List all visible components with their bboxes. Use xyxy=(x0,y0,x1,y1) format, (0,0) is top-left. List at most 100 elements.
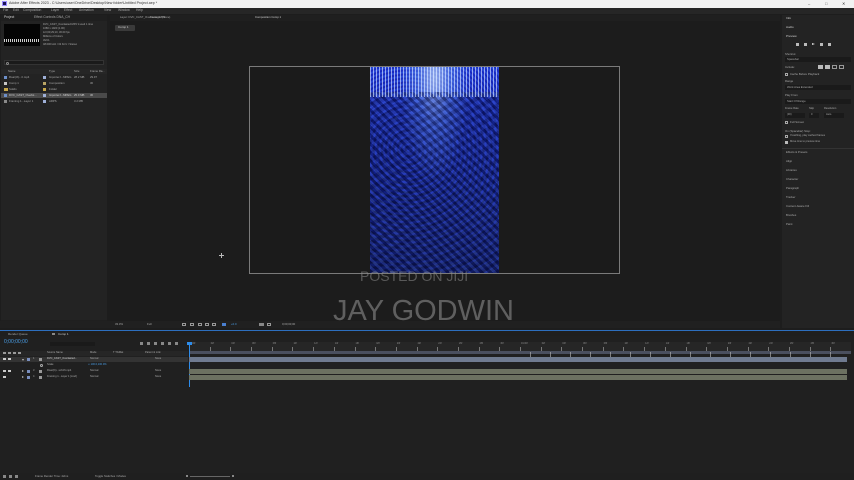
column-frame-rate[interactable]: Frame Ra... xyxy=(90,70,105,73)
column-type[interactable]: Type xyxy=(49,70,55,73)
tab-effect-controls[interactable]: Effect Controls DNA_CH xyxy=(34,15,70,19)
layer-parent[interactable]: None xyxy=(155,357,161,361)
layer-switches-icon[interactable] xyxy=(3,475,6,478)
column-mode[interactable]: Mode xyxy=(90,351,97,355)
panel-info[interactable]: Info xyxy=(786,17,791,20)
menu-help[interactable]: Help xyxy=(136,8,143,12)
timeline-timecode[interactable]: 0;00;00;00 xyxy=(4,340,28,345)
include-overlays-icon[interactable] xyxy=(832,65,837,69)
panel-libraries[interactable]: Libraries xyxy=(786,169,797,172)
panel-character[interactable]: Character xyxy=(786,178,798,181)
minimize-button[interactable]: – xyxy=(808,1,810,6)
include-layer-controls-icon[interactable] xyxy=(839,65,844,69)
layer-mode[interactable]: Normal xyxy=(90,369,98,373)
project-item-row[interactable]: Framing 1...Layer 1 ARPS 3.2 MB xyxy=(1,99,107,104)
viewer-timecode[interactable]: 0;00;00;00 xyxy=(282,323,295,326)
time-ruler[interactable]: 0;00f 02f 04f 06f 08f 10f 12f 14f 16f 18f 20f 22f 24… xyxy=(189,342,851,351)
graph-editor-icon[interactable] xyxy=(175,342,178,345)
grid-icon[interactable] xyxy=(190,323,194,326)
layer-row[interactable]: 3 Roar(th)...schrift.mp4 Normal None xyxy=(0,369,188,374)
playhead-handle-icon[interactable] xyxy=(187,342,192,345)
tab-timeline-comp[interactable]: Comp 1 xyxy=(58,332,69,336)
panel-preview[interactable]: Preview xyxy=(786,35,797,38)
move-time-checkbox[interactable] xyxy=(785,141,788,144)
project-item-row[interactable]: Roar(th)...h.mp4 ImporterJ...MPEG 28.2 M… xyxy=(1,75,107,80)
panel-audio[interactable]: Audio xyxy=(786,26,794,29)
column-trkmat[interactable]: T TrkMat xyxy=(113,351,123,355)
label-color-icon[interactable] xyxy=(27,376,30,379)
layer-row[interactable]: 1 DVC_CAST_Overlasted... Normal None xyxy=(0,357,188,362)
play-icon[interactable] xyxy=(812,43,815,45)
snapshot-icon[interactable] xyxy=(182,323,186,326)
project-item-row[interactable]: Solids Folder xyxy=(1,87,107,92)
motion-blur-icon[interactable] xyxy=(168,342,171,345)
cache-checkbox[interactable] xyxy=(785,73,788,76)
column-source-name[interactable]: Source Name xyxy=(47,351,63,355)
previous-frame-icon[interactable] xyxy=(804,43,807,46)
transparency-grid-icon[interactable] xyxy=(212,323,216,326)
shortcut-dropdown[interactable]: Spacebar xyxy=(785,57,851,62)
column-name[interactable]: Name xyxy=(8,70,15,73)
mask-visibility-icon[interactable] xyxy=(198,323,202,326)
show-snapshot-icon[interactable] xyxy=(267,323,271,326)
panel-paragraph[interactable]: Paragraph xyxy=(786,187,799,190)
comp-breadcrumb[interactable]: Comp 1 xyxy=(115,25,135,31)
first-frame-icon[interactable] xyxy=(796,43,799,46)
layer-row[interactable]: 4 Framing 1...Layer 1 [mod] Normal None xyxy=(0,375,188,380)
next-frame-icon[interactable] xyxy=(820,43,823,46)
project-search-input[interactable] xyxy=(4,60,104,65)
layer-name[interactable]: Roar(th)...schrift.mp4 xyxy=(47,369,71,373)
layer-mode[interactable]: Normal xyxy=(90,357,98,361)
zoom-slider[interactable] xyxy=(190,476,230,477)
zoom-dropdown[interactable]: 33.3% xyxy=(115,323,123,326)
layer-mode[interactable]: Normal xyxy=(90,375,98,379)
stopwatch-icon[interactable] xyxy=(40,364,43,367)
tab-composition[interactable]: Composition Comp 1 xyxy=(255,16,281,19)
column-parent[interactable]: Parent & Link xyxy=(145,351,161,355)
shy-layers-icon[interactable] xyxy=(154,342,157,345)
twirl-right-icon[interactable] xyxy=(22,370,24,372)
zoom-out-icon[interactable] xyxy=(186,475,188,477)
panel-brushes[interactable]: Brushes xyxy=(786,214,796,217)
panel-paint[interactable]: Paint xyxy=(786,223,792,226)
comp-flowchart-icon[interactable] xyxy=(140,342,143,345)
layer-parent[interactable]: None xyxy=(155,375,161,379)
channel-icon[interactable] xyxy=(222,323,226,326)
menu-edit[interactable]: Edit xyxy=(13,8,19,12)
draft-3d-icon[interactable] xyxy=(147,342,150,345)
tab-project[interactable]: Project xyxy=(4,15,14,19)
column-size[interactable]: Size xyxy=(74,70,79,73)
scale-value[interactable]: ∞ 100.0,100.0% xyxy=(88,363,107,367)
label-color-icon[interactable] xyxy=(27,370,30,373)
frame-rate-dropdown[interactable]: (30) xyxy=(785,113,805,118)
panel-effects-presets[interactable]: Effects & Presets xyxy=(786,151,807,154)
menu-animation[interactable]: Animation xyxy=(79,8,94,12)
range-dropdown[interactable]: Work Area Extended xyxy=(785,85,851,90)
last-frame-icon[interactable] xyxy=(828,43,831,46)
project-item-row[interactable]: Comp 1 Composition 30 xyxy=(1,81,107,86)
layer-property-row[interactable]: Scale ∞ 100.0,100.0% xyxy=(0,363,188,368)
if-caching-checkbox[interactable] xyxy=(785,135,788,138)
layer-track-1[interactable] xyxy=(189,357,847,362)
tab-footage[interactable]: Footage: (None) xyxy=(150,16,170,19)
region-of-interest-icon[interactable] xyxy=(205,323,209,326)
layer-parent[interactable]: None xyxy=(155,369,161,373)
menu-composition[interactable]: Composition xyxy=(23,8,41,12)
exposure-value[interactable]: +0.0 xyxy=(231,323,237,326)
menu-file[interactable]: File xyxy=(3,8,8,12)
frame-blending-icon[interactable] xyxy=(161,342,164,345)
panel-tracker[interactable]: Tracker xyxy=(786,196,795,199)
include-audio-icon[interactable] xyxy=(825,65,830,69)
toggle-switches-modes[interactable]: Toggle Switches / Modes xyxy=(95,475,126,478)
eye-icon[interactable] xyxy=(3,370,6,372)
menu-layer[interactable]: Layer xyxy=(51,8,59,12)
tab-render-queue[interactable]: Render Queue xyxy=(8,332,28,336)
timeline-search-input[interactable] xyxy=(50,342,95,346)
close-button[interactable]: ✕ xyxy=(842,1,845,6)
skip-dropdown[interactable]: 0 xyxy=(809,113,819,118)
eye-icon[interactable] xyxy=(3,376,6,378)
composition-frame[interactable] xyxy=(249,66,620,274)
layer-name[interactable]: DVC_CAST_Overlasted... xyxy=(47,357,77,361)
menu-view[interactable]: View xyxy=(104,8,111,12)
maximize-button[interactable]: □ xyxy=(825,1,827,6)
